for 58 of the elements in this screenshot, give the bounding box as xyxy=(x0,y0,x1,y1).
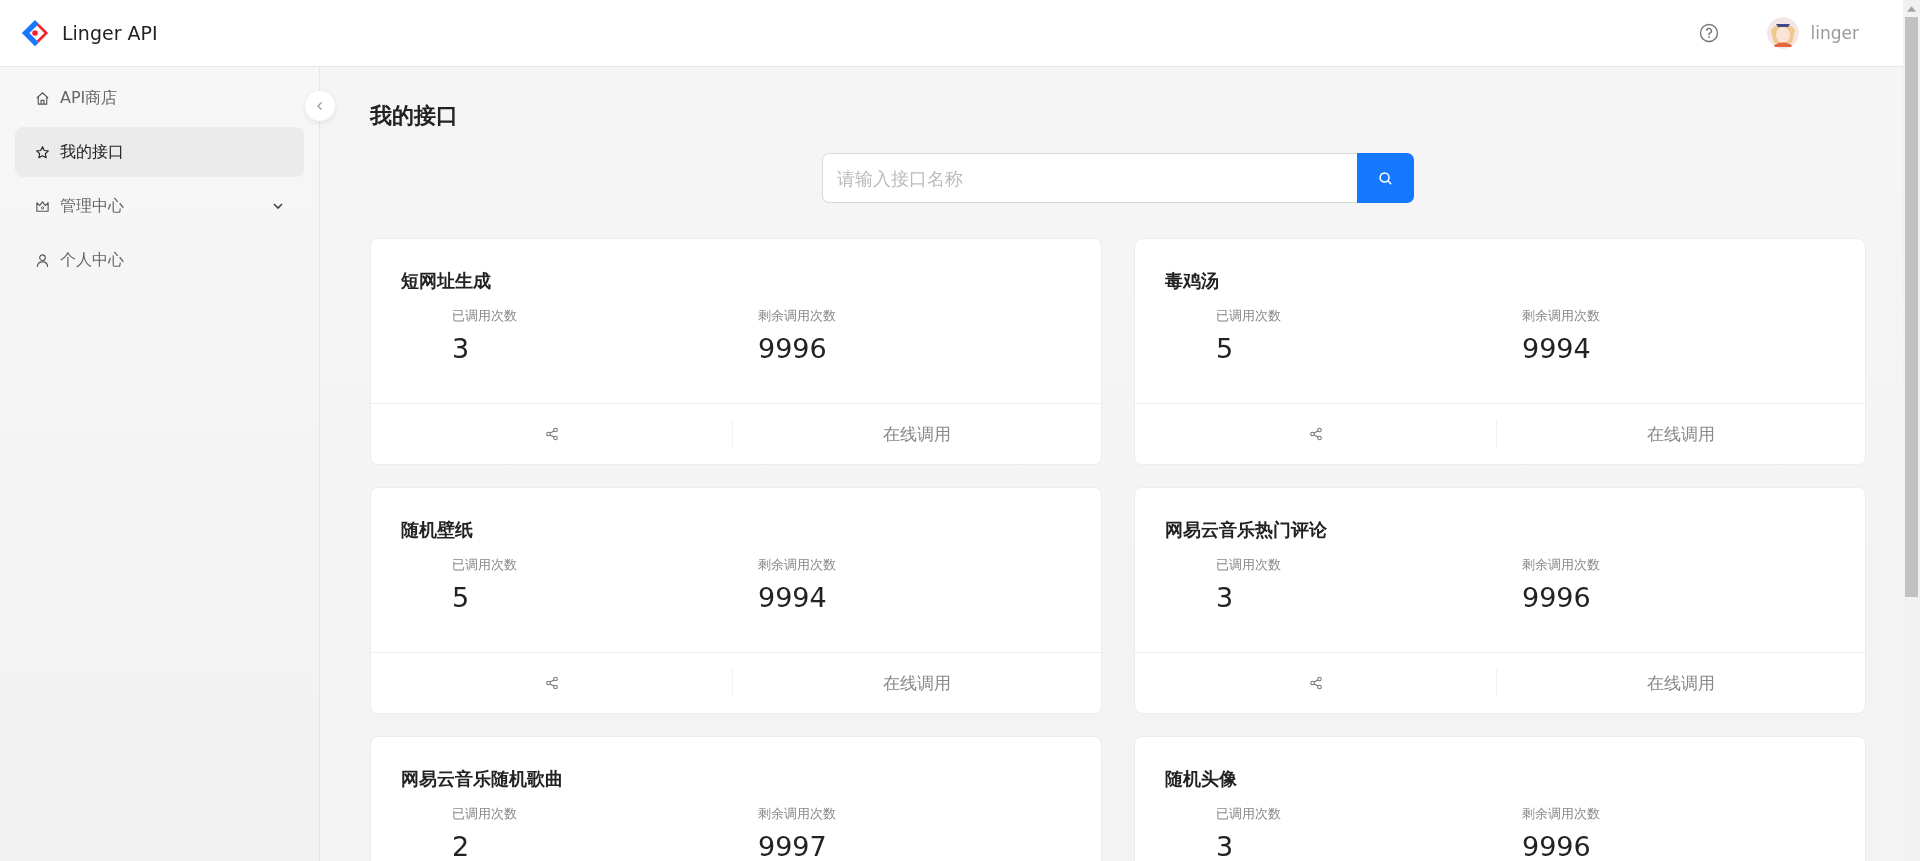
crown-icon xyxy=(35,198,50,214)
stat-value: 5 xyxy=(452,582,471,613)
scroll-up-icon[interactable] xyxy=(1907,6,1916,12)
stat-value: 9996 xyxy=(758,333,828,364)
stat-value: 9997 xyxy=(758,831,828,861)
user-icon xyxy=(35,252,50,268)
page-title: 我的接口 xyxy=(370,102,459,130)
logo-icon xyxy=(20,18,50,48)
stat-value: 2 xyxy=(452,831,471,861)
avatar[interactable] xyxy=(1766,17,1799,49)
stat-label: 已调用次数 xyxy=(452,556,518,574)
stat-value: 9994 xyxy=(758,582,828,613)
search-button[interactable] xyxy=(1357,153,1414,203)
stat-value: 9996 xyxy=(1522,831,1592,861)
invoke-link[interactable]: 在线调用 xyxy=(1647,422,1715,446)
card-title: 短网址生成 xyxy=(400,269,492,293)
stat-label: 剩余调用次数 xyxy=(1522,307,1601,325)
star-icon xyxy=(35,144,50,160)
stat-label: 已调用次数 xyxy=(1216,307,1282,325)
share-icon[interactable] xyxy=(1308,676,1323,690)
stat-label: 剩余调用次数 xyxy=(758,307,837,325)
stat-label: 已调用次数 xyxy=(452,805,518,823)
share-icon[interactable] xyxy=(544,427,559,441)
menu-item[interactable]: API商店 xyxy=(15,73,304,123)
stat-value: 3 xyxy=(1216,831,1235,861)
chevron-icon xyxy=(272,200,284,212)
card-title: 网易云音乐热门评论 xyxy=(1164,518,1328,542)
invoke-link[interactable]: 在线调用 xyxy=(1647,671,1715,695)
stat-value: 3 xyxy=(1216,582,1235,613)
stat-label: 剩余调用次数 xyxy=(758,556,837,574)
search-field[interactable]: 请输入接口名称 xyxy=(822,153,1357,203)
invoke-link[interactable]: 在线调用 xyxy=(883,671,951,695)
stat-label: 剩余调用次数 xyxy=(1522,556,1601,574)
share-icon[interactable] xyxy=(544,676,559,690)
stat-label: 剩余调用次数 xyxy=(758,805,837,823)
menu-item[interactable]: 个人中心 xyxy=(15,235,304,285)
invoke-link[interactable]: 在线调用 xyxy=(883,422,951,446)
stat-value: 9996 xyxy=(1522,582,1592,613)
user-name[interactable]: linger xyxy=(1810,23,1859,43)
home-icon xyxy=(35,90,50,106)
search-icon xyxy=(1378,170,1393,186)
stat-label: 已调用次数 xyxy=(1216,805,1282,823)
stat-value: 3 xyxy=(452,333,471,364)
chevron-left-icon xyxy=(315,101,325,111)
app-name: Linger API xyxy=(62,22,158,44)
card-title: 毒鸡汤 xyxy=(1164,269,1220,293)
help-icon[interactable] xyxy=(1698,23,1719,43)
stat-label: 已调用次数 xyxy=(1216,556,1282,574)
stat-value: 5 xyxy=(1216,333,1235,364)
share-icon[interactable] xyxy=(1308,427,1323,441)
card-title: 网易云音乐随机歌曲 xyxy=(400,767,564,791)
stat-label: 已调用次数 xyxy=(452,307,518,325)
card-title: 随机头像 xyxy=(1164,767,1238,791)
card-title: 随机壁纸 xyxy=(400,518,474,542)
menu-item[interactable]: 我的接口 xyxy=(15,127,304,177)
menu-item[interactable]: 管理中心 xyxy=(15,181,304,231)
stat-value: 9994 xyxy=(1522,333,1592,364)
stat-label: 剩余调用次数 xyxy=(1522,805,1601,823)
